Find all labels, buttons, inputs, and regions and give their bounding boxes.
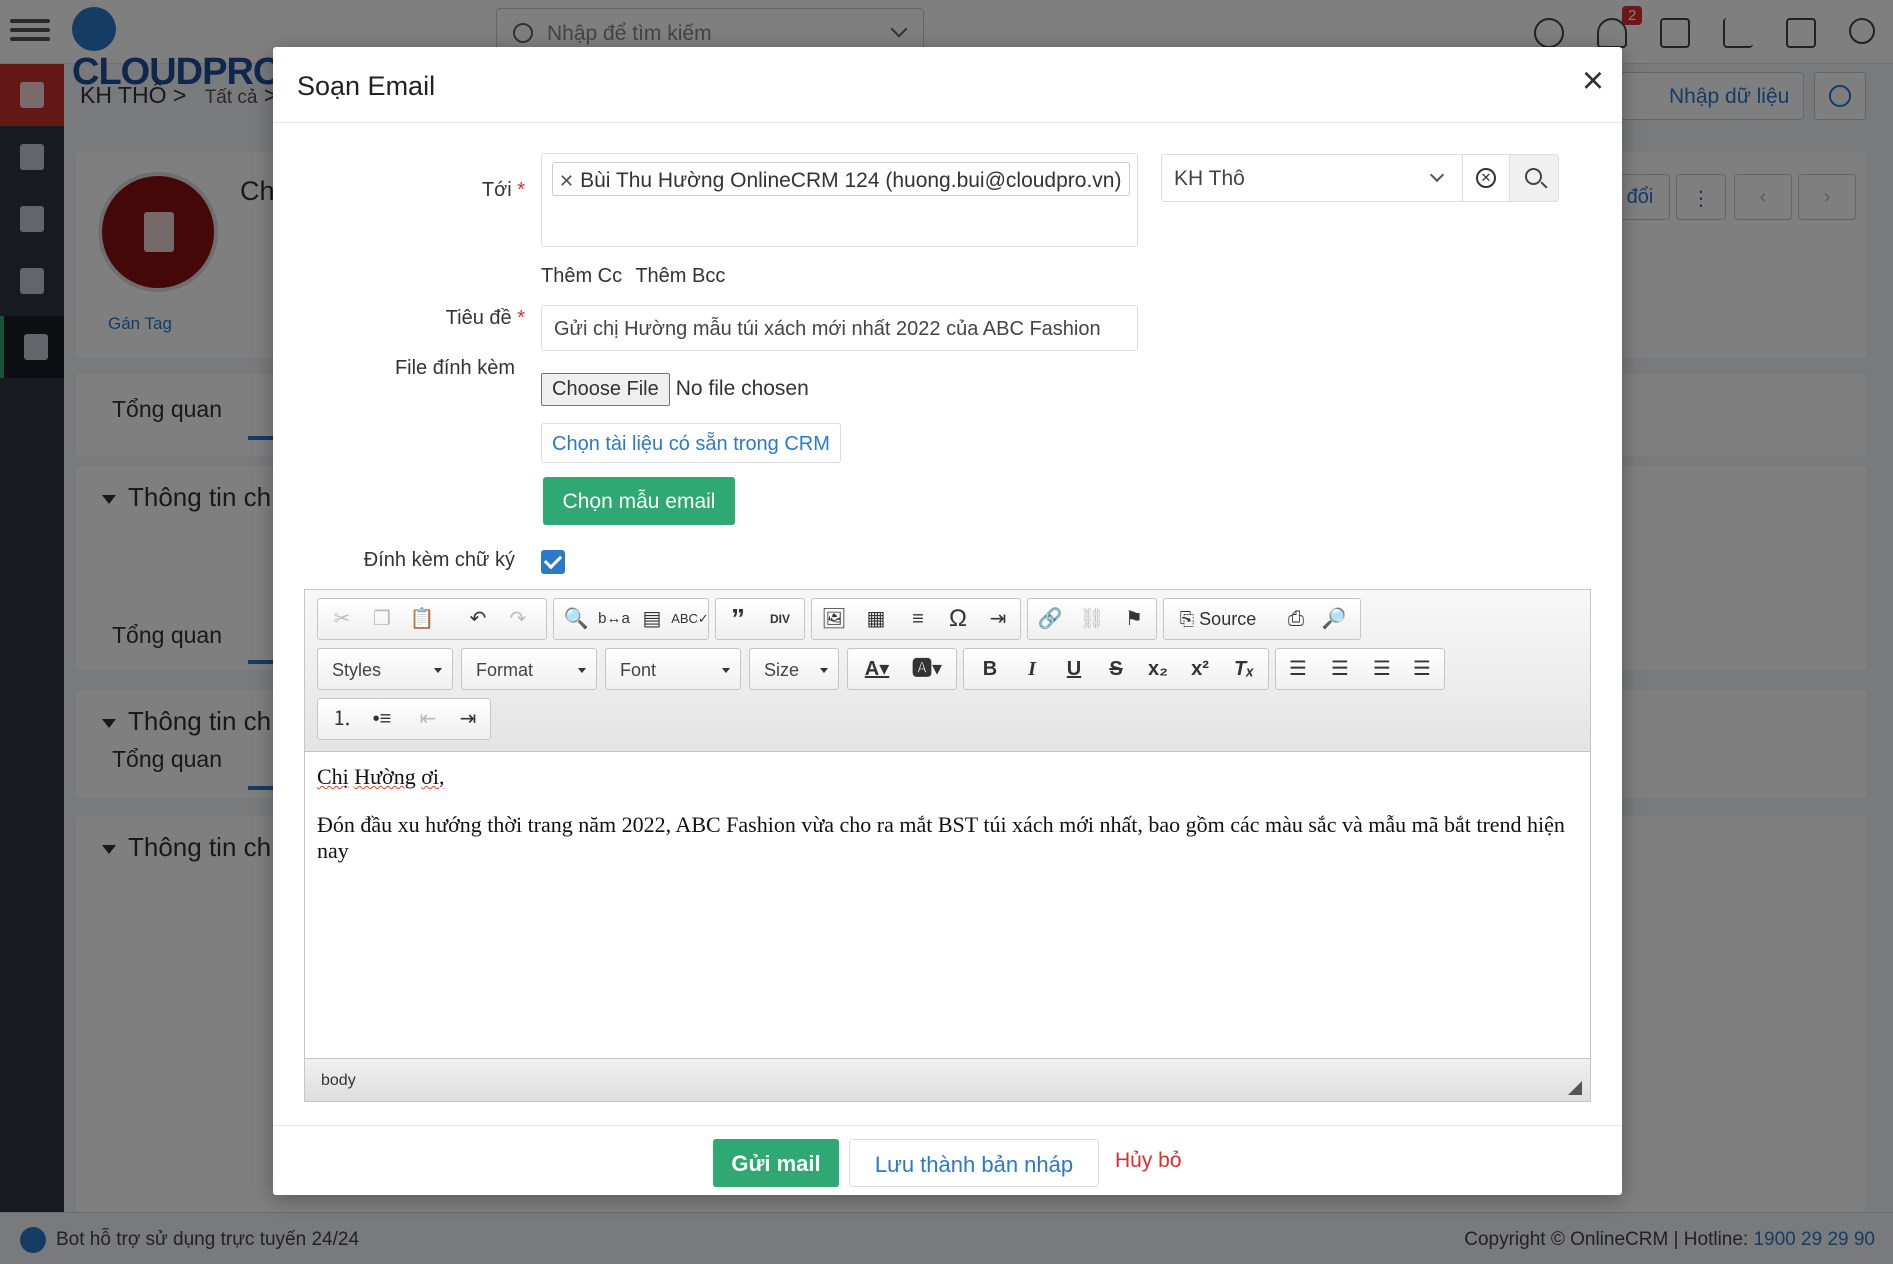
text-color-icon[interactable]: A▾ — [852, 649, 902, 689]
image-icon[interactable]: 🖼 — [814, 599, 854, 639]
underline-icon[interactable]: U — [1054, 649, 1094, 689]
body-greeting: Chị Hường ơi, — [317, 764, 1578, 790]
add-bcc-link[interactable]: Thêm Bcc — [635, 265, 725, 287]
align-group: ☰ ☰ ☰ ☰ — [1275, 648, 1445, 690]
remove-format-icon[interactable]: Tₓ — [1224, 649, 1264, 689]
list-group: ⒈ •≡ ⇤ ⇥ — [317, 698, 491, 740]
resize-handle-icon[interactable] — [1568, 1081, 1582, 1095]
align-center-icon[interactable]: ☰ — [1320, 649, 1360, 689]
compose-email-modal: Soạn Email × Tới * ✕ Bùi Thu Hường Online… — [273, 47, 1622, 1195]
to-label-text: Tới — [481, 179, 512, 201]
file-input: Choose File No file chosen — [541, 373, 809, 406]
copy-icon[interactable]: ❐ — [362, 599, 402, 639]
anchor-icon[interactable]: ⚑ — [1114, 599, 1154, 639]
modal-header: Soạn Email × — [273, 47, 1622, 123]
send-mail-button[interactable]: Gửi mail — [713, 1139, 839, 1187]
templates-icon[interactable]: ⎙ — [1276, 599, 1316, 639]
find-icon[interactable]: 🔍 — [556, 599, 596, 639]
increase-indent-icon[interactable]: ⇥ — [448, 699, 488, 739]
subscript-icon[interactable]: x₂ — [1138, 649, 1178, 689]
link-icon[interactable]: 🔗 — [1030, 599, 1070, 639]
font-select[interactable]: Font — [605, 648, 741, 690]
subject-label-text: Tiêu đề — [445, 307, 512, 329]
cancel-button[interactable]: Hủy bỏ — [1115, 1149, 1182, 1173]
body-word: Chị — [317, 764, 349, 789]
superscript-icon[interactable]: x² — [1180, 649, 1220, 689]
paste-icon[interactable]: 📋 — [402, 599, 442, 639]
recipient-text: Bùi Thu Hường OnlineCRM 124 (huong.bui@c… — [580, 169, 1122, 192]
remove-recipient-icon[interactable]: ✕ — [559, 171, 574, 191]
format-select[interactable]: Format — [461, 648, 597, 690]
unlink-icon[interactable]: ⛓ — [1072, 599, 1112, 639]
choose-template-button[interactable]: Chọn mẫu email — [543, 477, 735, 525]
choose-file-button[interactable]: Choose File — [541, 373, 670, 406]
table-icon[interactable]: ▦ — [856, 599, 896, 639]
bold-icon[interactable]: B — [970, 649, 1010, 689]
body-word: Hường — [354, 764, 416, 789]
find-group: 🔍 b↔a ▤ ABC✓ — [553, 598, 709, 640]
preview-icon[interactable]: 🔎 — [1314, 599, 1354, 639]
cut-icon[interactable]: ✂ — [322, 599, 362, 639]
insert-group: 🖼 ▦ ≡ Ω ⇥ — [811, 598, 1021, 640]
attachment-label: File đính kèm — [394, 357, 515, 379]
editor-status-bar: body — [305, 1058, 1590, 1101]
page-break-icon[interactable]: ⇥ — [978, 599, 1018, 639]
close-icon[interactable]: × — [1575, 62, 1611, 101]
color-group: A▾ 🅰▾ — [847, 648, 957, 690]
element-path[interactable]: body — [321, 1072, 356, 1089]
spellcheck-icon[interactable]: ABC✓ — [670, 599, 710, 639]
module-select-value: KH Thô — [1174, 167, 1245, 190]
to-field[interactable]: ✕ Bùi Thu Hường OnlineCRM 124 (huong.bui@… — [541, 153, 1138, 247]
select-all-icon[interactable]: ▤ — [632, 599, 672, 639]
search-contact-button[interactable] — [1509, 154, 1559, 202]
cc-bcc-links: Thêm Cc Thêm Bcc — [541, 265, 733, 288]
bulleted-list-icon[interactable]: •≡ — [362, 699, 402, 739]
blockquote-icon[interactable]: ” — [718, 599, 758, 639]
to-label: Tới * — [481, 179, 525, 201]
redo-icon[interactable]: ↷ — [498, 599, 538, 639]
block-group: ” DIV — [715, 598, 805, 640]
size-select[interactable]: Size — [749, 648, 839, 690]
recipient-chip: ✕ Bùi Thu Hường OnlineCRM 124 (huong.bui@… — [552, 162, 1131, 196]
numbered-list-icon[interactable]: ⒈ — [322, 699, 362, 739]
no-file-text: No file chosen — [675, 377, 809, 400]
decrease-indent-icon[interactable]: ⇤ — [408, 699, 448, 739]
save-draft-button[interactable]: Lưu thành bản nháp — [849, 1139, 1099, 1187]
special-char-icon[interactable]: Ω — [938, 599, 978, 639]
background-color-icon[interactable]: 🅰▾ — [902, 649, 952, 689]
link-group: 🔗 ⛓ ⚑ — [1027, 598, 1157, 640]
strikethrough-icon[interactable]: S — [1096, 649, 1136, 689]
replace-icon[interactable]: b↔a — [594, 599, 634, 639]
module-select[interactable]: KH Thô — [1161, 154, 1463, 202]
italic-icon[interactable]: I — [1012, 649, 1052, 689]
signature-label: Đính kèm chữ ký — [363, 549, 515, 571]
undo-icon[interactable]: ↶ — [458, 599, 498, 639]
body-paragraph: Đón đầu xu hướng thời trang năm 2022, AB… — [317, 812, 1565, 863]
editor-body[interactable]: Chị Hường ơi, Đón đầu xu hướng thời tran… — [305, 752, 1590, 1058]
signature-checkbox[interactable] — [541, 550, 565, 574]
clear-icon: ✕ — [1476, 168, 1496, 188]
basic-styles-group: B I U S x₂ x² Tₓ — [963, 648, 1269, 690]
clear-button[interactable]: ✕ — [1462, 154, 1510, 202]
subject-input[interactable]: Gửi chị Hường mẫu túi xách mới nhất 2022… — [541, 305, 1138, 351]
source-label: Source — [1199, 609, 1257, 629]
align-right-icon[interactable]: ☰ — [1362, 649, 1402, 689]
div-icon[interactable]: DIV — [760, 599, 800, 639]
horizontal-line-icon[interactable]: ≡ — [898, 599, 938, 639]
crm-document-link[interactable]: Chọn tài liệu có sẵn trong CRM — [541, 423, 841, 463]
editor-toolbar: ✂ ❐ 📋 ↶ ↷ 🔍 b↔a ▤ ABC✓ ” DIV 🖼 ▦ ≡ Ω ⇥ 🔗… — [305, 590, 1590, 752]
align-justify-icon[interactable]: ☰ — [1402, 649, 1442, 689]
body-word: ơi, — [421, 764, 445, 789]
document-group: ⎘ Source ⎙ 🔎 — [1163, 598, 1361, 640]
styles-select[interactable]: Styles — [317, 648, 453, 690]
source-button[interactable]: ⎘ Source — [1168, 599, 1268, 639]
modal-title: Soạn Email — [297, 71, 436, 101]
align-left-icon[interactable]: ☰ — [1278, 649, 1318, 689]
clipboard-group: ✂ ❐ 📋 ↶ ↷ — [317, 598, 547, 640]
subject-label: Tiêu đề * — [445, 307, 525, 329]
add-cc-link[interactable]: Thêm Cc — [541, 265, 622, 287]
chevron-down-icon — [1429, 167, 1445, 183]
rich-text-editor: ✂ ❐ 📋 ↶ ↷ 🔍 b↔a ▤ ABC✓ ” DIV 🖼 ▦ ≡ Ω ⇥ 🔗… — [304, 589, 1591, 1102]
